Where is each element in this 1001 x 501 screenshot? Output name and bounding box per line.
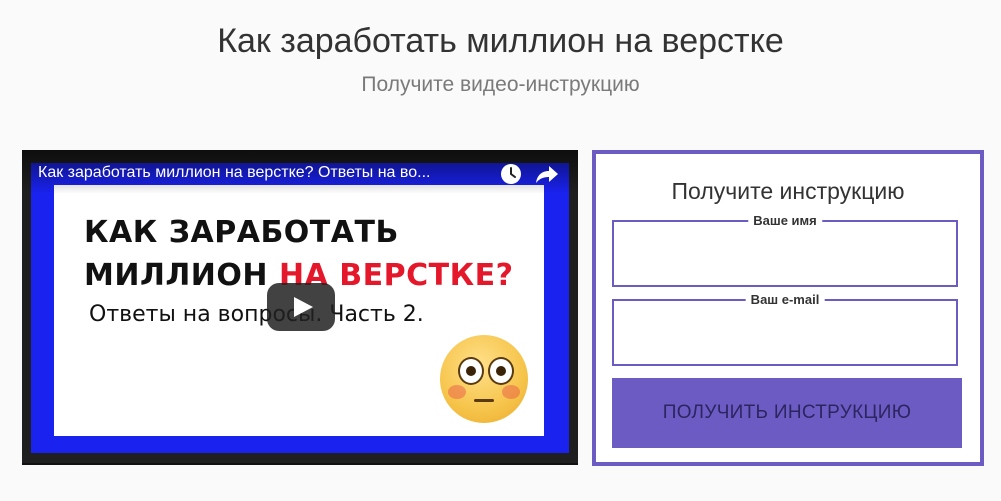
page-title: Как заработать миллион на верстке xyxy=(217,22,784,60)
signup-form: Получите инструкцию Ваше имя Ваш e-mail … xyxy=(592,150,984,466)
emoji-left-cheek xyxy=(448,385,466,399)
thumbnail-headline-black: МИЛЛИОН xyxy=(84,258,279,293)
landing-page: Как заработать миллион на верстке Получи… xyxy=(0,0,1001,501)
emoji-right-cheek xyxy=(502,385,520,399)
name-input[interactable] xyxy=(620,232,954,278)
email-field: Ваш e-mail xyxy=(612,292,958,366)
clock-icon[interactable] xyxy=(500,163,522,185)
name-field: Ваше имя xyxy=(612,213,958,287)
thumbnail-headline-line1: КАК ЗАРАБОТАТЬ xyxy=(84,215,399,250)
video-title-bar: Как заработать миллион на верстке? Ответ… xyxy=(22,150,578,194)
form-title: Получите инструкцию xyxy=(671,178,905,204)
thumbnail-caption: Ответы на вопросы. Часть 2. xyxy=(89,302,424,327)
emoji-left-eye xyxy=(458,357,484,385)
play-icon[interactable] xyxy=(267,283,335,331)
share-arrow-icon[interactable] xyxy=(535,163,559,185)
emoji-mouth xyxy=(474,399,494,402)
page-subtitle: Получите видео-инструкцию xyxy=(361,73,640,96)
get-instruction-button[interactable]: ПОЛУЧИТЬ ИНСТРУКЦИЮ xyxy=(612,378,962,448)
video-player[interactable]: КАК ЗАРАБОТАТЬ МИЛЛИОН НА ВЕРСТКЕ? Ответ… xyxy=(22,150,578,465)
emoji-right-eye xyxy=(488,357,514,385)
email-input[interactable] xyxy=(620,311,954,357)
flushed-face-emoji-icon xyxy=(440,335,528,423)
video-title-link[interactable]: Как заработать миллион на верстке? Ответ… xyxy=(38,164,493,182)
name-field-label: Ваше имя xyxy=(748,213,822,229)
email-field-label: Ваш e-mail xyxy=(745,292,825,308)
